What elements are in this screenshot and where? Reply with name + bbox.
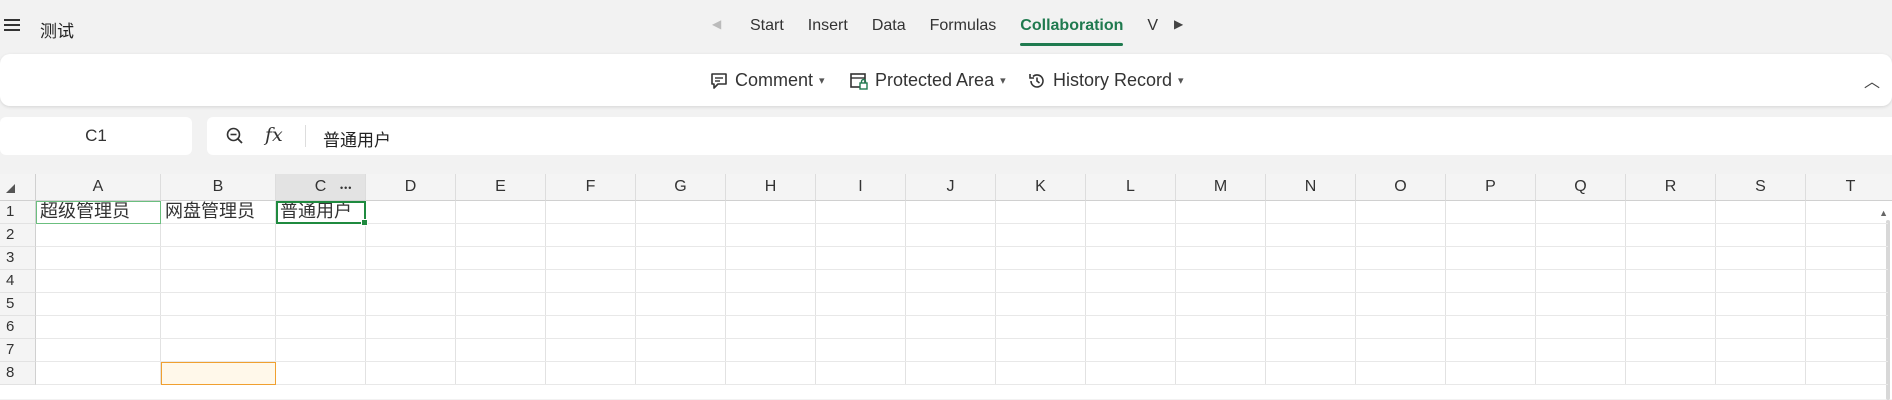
top-bar: 测试 ◀ Start Insert Data Formulas Collabor… (0, 0, 1892, 54)
grid-row-line (36, 269, 1888, 270)
grid-column-line (1715, 201, 1716, 385)
formula-bar: fx 普通用户 (207, 117, 1892, 155)
tab-bar: Start Insert Data Formulas Collaboration… (750, 17, 1159, 46)
history-record-label: History Record (1053, 70, 1173, 90)
spreadsheet-grid[interactable]: ▲ A B C D E F G H I J K L M N O P Q R S T ••• 1 2 3 4 5 6 7 8 超级管理员 网盘… (0, 174, 1892, 400)
row-header-3[interactable]: 3 (0, 247, 36, 270)
grid-column-line (1085, 201, 1086, 385)
column-header-q[interactable]: Q (1536, 174, 1626, 201)
tab-view[interactable]: V (1147, 17, 1159, 35)
chevron-down-icon: ▾ (1178, 75, 1184, 87)
highlighted-cell[interactable] (161, 362, 276, 385)
tab-scroll-left-icon[interactable]: ◀ (712, 17, 721, 31)
grid-row-line (36, 361, 1888, 362)
tab-insert[interactable]: Insert (808, 17, 848, 35)
grid-column-line (1535, 201, 1536, 385)
column-header-b[interactable]: B (161, 174, 276, 201)
column-header-e[interactable]: E (456, 174, 546, 201)
protected-area-icon (850, 72, 868, 90)
cell-b1[interactable]: 网盘管理员 (161, 201, 276, 224)
protected-area-label: Protected Area (875, 70, 995, 90)
history-record-button[interactable]: History Record ▾ (1027, 70, 1184, 91)
tab-formulas[interactable]: Formulas (930, 17, 997, 35)
function-icon[interactable]: fx (265, 124, 283, 146)
grid-column-line (995, 201, 996, 385)
column-header-t[interactable]: T (1806, 174, 1892, 201)
tab-scroll-right-icon[interactable]: ▶ (1174, 17, 1183, 31)
formula-input[interactable]: 普通用户 (323, 126, 391, 151)
grid-column-line (365, 201, 366, 385)
hamburger-menu-icon[interactable] (4, 16, 26, 36)
column-header-h[interactable]: H (726, 174, 816, 201)
column-header-o[interactable]: O (1356, 174, 1446, 201)
grid-column-line (815, 201, 816, 385)
row-header-1[interactable]: 1 (0, 201, 36, 224)
grid-row-line (36, 292, 1888, 293)
grid-column-line (275, 201, 276, 385)
grid-column-line (635, 201, 636, 385)
column-header-f[interactable]: F (546, 174, 636, 201)
vertical-scrollbar[interactable] (1886, 220, 1890, 400)
column-header-m[interactable]: M (1176, 174, 1266, 201)
column-header-s[interactable]: S (1716, 174, 1806, 201)
active-cell-selection[interactable] (276, 201, 368, 226)
tab-start[interactable]: Start (750, 17, 784, 35)
column-header-l[interactable]: L (1086, 174, 1176, 201)
column-header-a[interactable]: A (36, 174, 161, 201)
row-header-7[interactable]: 7 (0, 339, 36, 362)
name-box[interactable]: C1 (0, 117, 192, 155)
row-header-6[interactable]: 6 (0, 316, 36, 339)
grid-column-line (455, 201, 456, 385)
column-header-i[interactable]: I (816, 174, 906, 201)
chevron-down-icon: ▾ (819, 75, 825, 87)
grid-column-line (1175, 201, 1176, 385)
grid-row-line (36, 246, 1888, 247)
grid-column-line (1265, 201, 1266, 385)
column-header-r[interactable]: R (1626, 174, 1716, 201)
select-all-corner[interactable] (0, 174, 36, 201)
comment-button[interactable]: Comment ▾ (709, 70, 825, 91)
column-header-c[interactable]: C (276, 174, 366, 201)
formula-separator (305, 125, 306, 147)
zoom-out-icon[interactable] (225, 126, 245, 146)
grid-column-line (725, 201, 726, 385)
ribbon-toolbar: Comment ▾ Protected Area ▾ History Recor… (0, 54, 1892, 106)
row-header-5[interactable]: 5 (0, 293, 36, 316)
column-header-j[interactable]: J (906, 174, 996, 201)
column-header-n[interactable]: N (1266, 174, 1356, 201)
grid-column-line (905, 201, 906, 385)
column-header-k[interactable]: K (996, 174, 1086, 201)
tab-collaboration[interactable]: Collaboration (1020, 17, 1124, 46)
grid-row-line (36, 338, 1888, 339)
select-all-icon (6, 184, 15, 193)
column-header-p[interactable]: P (1446, 174, 1536, 201)
grid-column-line (160, 201, 161, 385)
grid-column-line (1625, 201, 1626, 385)
grid-column-line (1445, 201, 1446, 385)
grid-row-line (36, 315, 1888, 316)
grid-column-line (1805, 201, 1806, 385)
cell-a1-border (36, 201, 161, 224)
grid-column-line (1355, 201, 1356, 385)
row-header-4[interactable]: 4 (0, 270, 36, 293)
scroll-up-icon[interactable]: ▲ (1879, 208, 1888, 218)
protected-area-button[interactable]: Protected Area ▾ (849, 70, 1006, 91)
collapse-ribbon-icon[interactable]: ︿ (1864, 68, 1880, 92)
document-title[interactable]: 测试 (40, 17, 74, 42)
row-header-8[interactable]: 8 (0, 362, 36, 385)
chevron-down-icon: ▾ (1000, 75, 1006, 87)
comment-label: Comment (735, 70, 814, 90)
row-header-2[interactable]: 2 (0, 224, 36, 247)
tab-data[interactable]: Data (872, 17, 906, 35)
grid-row-line (36, 384, 1888, 385)
column-header-d[interactable]: D (366, 174, 456, 201)
history-icon (1029, 73, 1044, 88)
comment-icon (711, 72, 727, 89)
grid-column-line (545, 201, 546, 385)
fill-handle[interactable] (361, 219, 368, 226)
column-header-g[interactable]: G (636, 174, 726, 201)
column-more-icon[interactable]: ••• (340, 183, 352, 193)
